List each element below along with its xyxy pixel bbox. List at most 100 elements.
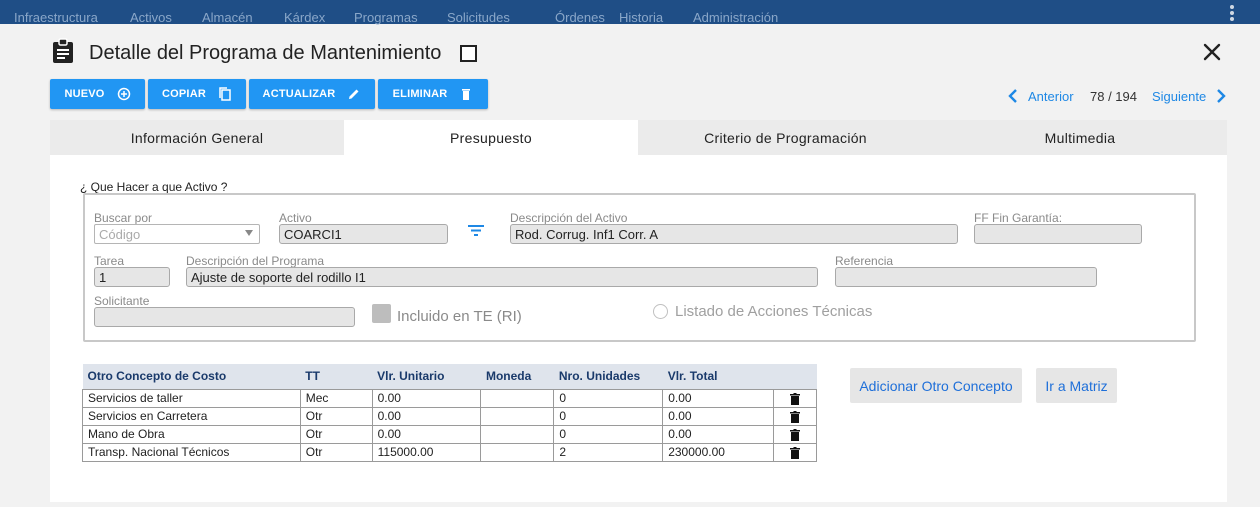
actualizar-button[interactable]: ACTUALIZAR bbox=[249, 79, 375, 109]
col-vlr-unitario: Vlr. Unitario bbox=[372, 364, 481, 389]
cell-nro-unidades[interactable]: 0 bbox=[553, 406, 664, 426]
title-checkbox[interactable] bbox=[460, 45, 477, 62]
col-concepto: Otro Concepto de Costo bbox=[82, 364, 301, 389]
tab-presupuesto[interactable]: Presupuesto bbox=[344, 120, 638, 155]
cell-vlr-unitario[interactable]: 0.00 bbox=[371, 388, 482, 408]
table-row: Servicios en Carretera Otr 0.00 0 0.00 bbox=[82, 406, 817, 426]
listado-acciones-radio[interactable] bbox=[653, 304, 668, 319]
copy-icon bbox=[219, 87, 231, 101]
next-link[interactable]: Siguiente bbox=[1152, 89, 1206, 104]
filter-icon[interactable] bbox=[466, 222, 486, 238]
delete-cell bbox=[773, 442, 817, 462]
incluido-te-checkbox[interactable] bbox=[372, 304, 391, 323]
cell-moneda[interactable] bbox=[480, 406, 555, 426]
nuevo-button[interactable]: NUEVO bbox=[50, 79, 145, 109]
chevron-down-icon bbox=[245, 230, 253, 236]
cell-tt[interactable]: Otr bbox=[299, 406, 373, 426]
cell-vlr-total: 0.00 bbox=[662, 424, 775, 444]
buscar-por-label: Buscar por bbox=[94, 211, 153, 225]
ir-a-matriz-button[interactable]: Ir a Matriz bbox=[1036, 368, 1117, 403]
referencia-label: Referencia bbox=[835, 254, 894, 268]
desc-programa-label: Descripción del Programa bbox=[186, 254, 325, 268]
delete-cell bbox=[773, 388, 817, 408]
tarea-input[interactable]: 1 bbox=[94, 267, 170, 287]
cell-vlr-unitario[interactable]: 0.00 bbox=[371, 424, 482, 444]
previous-link[interactable]: Anterior bbox=[1028, 89, 1074, 104]
tab-bar: Información General Presupuesto Criterio… bbox=[50, 120, 1227, 155]
col-nro-unidades: Nro. Unidades bbox=[553, 364, 663, 389]
nav-solicitudes[interactable]: Solicitudes bbox=[447, 10, 510, 25]
eliminar-label: ELIMINAR bbox=[392, 88, 448, 100]
buscar-por-value: Código bbox=[99, 227, 141, 242]
col-actions bbox=[773, 364, 817, 389]
nav-almacen[interactable]: Almacén bbox=[202, 10, 253, 25]
cell-tt[interactable]: Otr bbox=[299, 442, 373, 462]
eliminar-button[interactable]: ELIMINAR bbox=[378, 79, 488, 109]
table-row: Transp. Nacional Técnicos Otr 115000.00 … bbox=[82, 442, 817, 462]
table-header-row: Otro Concepto de Costo TT Vlr. Unitario … bbox=[82, 364, 817, 389]
cell-vlr-total: 230000.00 bbox=[662, 442, 775, 462]
cell-concepto: Mano de Obra bbox=[82, 424, 301, 444]
col-moneda: Moneda bbox=[480, 364, 554, 389]
delete-cell bbox=[773, 406, 817, 426]
tab-multimedia[interactable]: Multimedia bbox=[933, 120, 1227, 155]
cell-concepto: Transp. Nacional Técnicos bbox=[82, 442, 301, 462]
activo-label: Activo bbox=[279, 211, 312, 225]
trash-icon[interactable] bbox=[790, 428, 801, 441]
nav-administracion[interactable]: Administración bbox=[693, 10, 778, 25]
add-circle-icon bbox=[117, 87, 130, 101]
buscar-por-select[interactable]: Código bbox=[94, 224, 260, 244]
cell-tt[interactable]: Mec bbox=[299, 388, 373, 408]
trash-icon bbox=[462, 89, 471, 100]
nav-historia[interactable]: Historia bbox=[619, 10, 663, 25]
adicionar-concepto-button[interactable]: Adicionar Otro Concepto bbox=[850, 368, 1022, 403]
page-title: Detalle del Programa de Mantenimiento bbox=[89, 42, 442, 64]
cell-vlr-unitario[interactable]: 115000.00 bbox=[371, 442, 482, 462]
desc-activo-label: Descripción del Activo bbox=[510, 211, 628, 225]
nuevo-label: NUEVO bbox=[64, 88, 105, 100]
cell-moneda[interactable] bbox=[480, 442, 555, 462]
desc-activo-input[interactable]: Rod. Corrug. Inf1 Corr. A bbox=[510, 224, 958, 244]
nav-infraestructura[interactable]: Infraestructura bbox=[14, 10, 98, 25]
costs-table: Otro Concepto de Costo TT Vlr. Unitario … bbox=[82, 364, 817, 462]
col-vlr-total: Vlr. Total bbox=[662, 364, 774, 389]
ff-fin-garantia-input[interactable] bbox=[974, 224, 1142, 244]
activo-input[interactable]: COARCI1 bbox=[279, 224, 448, 244]
cell-moneda[interactable] bbox=[480, 424, 555, 444]
trash-icon[interactable] bbox=[790, 410, 801, 423]
table-row: Mano de Obra Otr 0.00 0 0.00 bbox=[82, 424, 817, 444]
delete-cell bbox=[773, 424, 817, 444]
solicitante-input[interactable] bbox=[94, 307, 355, 327]
solicitante-label: Solicitante bbox=[94, 294, 150, 308]
nav-kardex[interactable]: Kárdex bbox=[284, 10, 325, 25]
nav-ordenes[interactable]: Órdenes bbox=[555, 10, 605, 25]
record-count: 78 / 194 bbox=[1090, 89, 1137, 104]
chevron-left-icon[interactable] bbox=[1007, 88, 1019, 104]
trash-icon[interactable] bbox=[790, 392, 801, 405]
copiar-label: COPIAR bbox=[162, 88, 206, 100]
table-row: Servicios de taller Mec 0.00 0 0.00 bbox=[82, 388, 817, 408]
cell-vlr-unitario[interactable]: 0.00 bbox=[371, 406, 482, 426]
cell-nro-unidades[interactable]: 2 bbox=[553, 442, 664, 462]
chevron-right-icon[interactable] bbox=[1215, 88, 1227, 104]
more-vert-icon[interactable] bbox=[1230, 5, 1234, 23]
pencil-icon bbox=[349, 89, 359, 99]
tab-criterio-programacion[interactable]: Criterio de Programación bbox=[638, 120, 933, 155]
cell-concepto: Servicios en Carretera bbox=[82, 406, 301, 426]
cell-moneda[interactable] bbox=[480, 388, 555, 408]
ff-fin-garantia-label: FF Fin Garantía: bbox=[974, 211, 1063, 225]
desc-programa-input[interactable]: Ajuste de soporte del rodillo I1 bbox=[186, 267, 818, 287]
incluido-te-label: Incluido en TE (RI) bbox=[397, 308, 522, 325]
cell-concepto: Servicios de taller bbox=[82, 388, 301, 408]
cell-nro-unidades[interactable]: 0 bbox=[553, 388, 664, 408]
copiar-button[interactable]: COPIAR bbox=[148, 79, 246, 109]
nav-programas[interactable]: Programas bbox=[354, 10, 418, 25]
nav-activos[interactable]: Activos bbox=[130, 10, 172, 25]
referencia-input[interactable] bbox=[835, 267, 1097, 287]
tab-informacion-general[interactable]: Información General bbox=[50, 120, 344, 155]
close-icon[interactable] bbox=[1202, 42, 1222, 62]
form-legend: ¿ Que Hacer a que Activo ? bbox=[80, 180, 228, 194]
cell-tt[interactable]: Otr bbox=[299, 424, 373, 444]
cell-nro-unidades[interactable]: 0 bbox=[553, 424, 664, 444]
trash-icon[interactable] bbox=[790, 446, 801, 459]
